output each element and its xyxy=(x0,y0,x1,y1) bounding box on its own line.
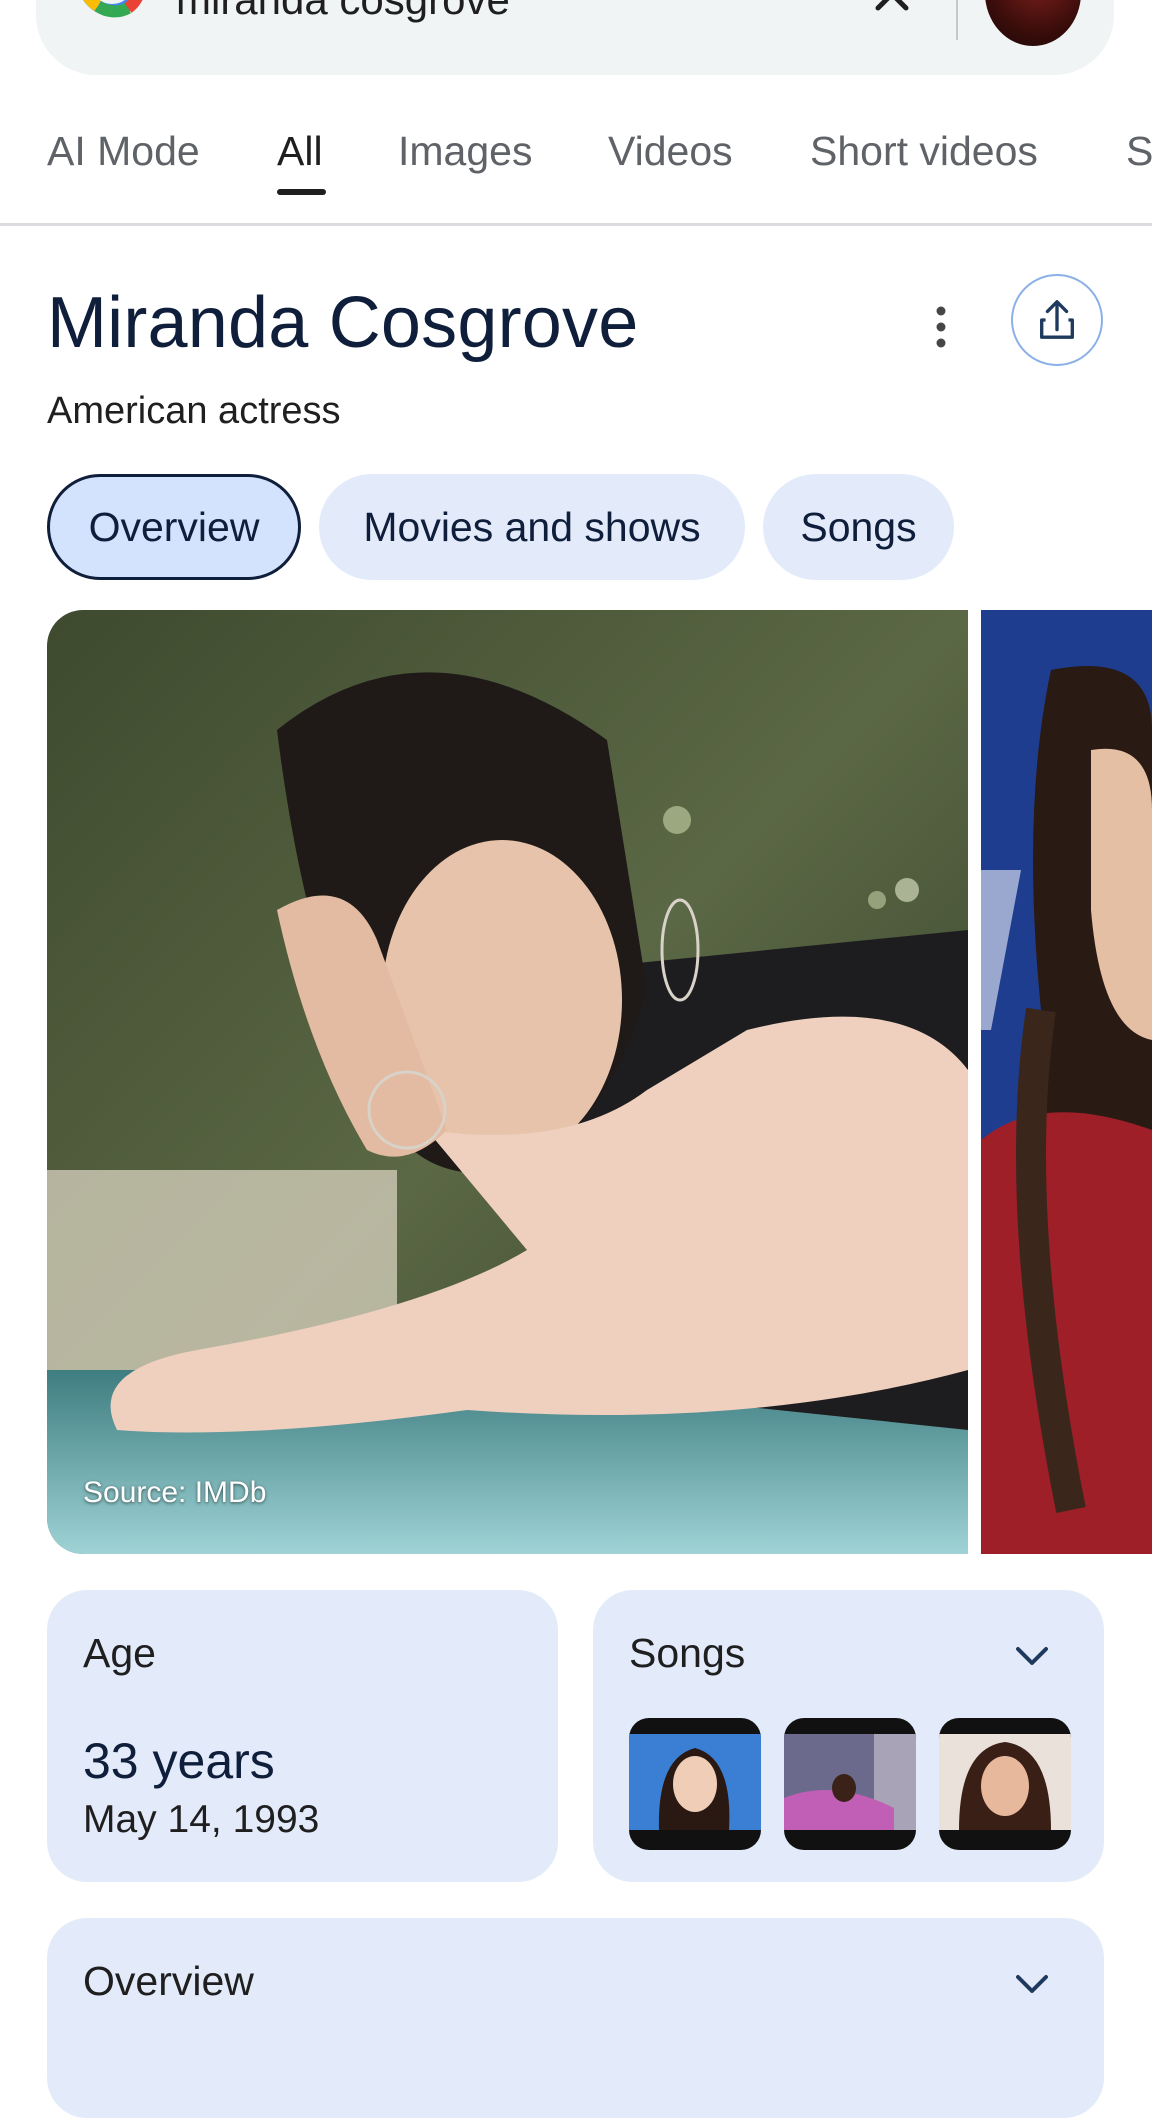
google-logo-icon xyxy=(83,0,143,18)
song-thumbnail[interactable] xyxy=(939,1718,1071,1850)
search-divider xyxy=(956,0,958,40)
songs-card[interactable]: Songs xyxy=(593,1590,1104,1882)
overview-label: Overview xyxy=(83,1958,254,2004)
songs-label: Songs xyxy=(629,1630,746,1676)
tab-short-videos[interactable]: Short videos xyxy=(810,128,1038,175)
image-source-label: Source: IMDb xyxy=(83,1476,267,1509)
search-tabs: AI Mode All Images Videos Short videos S xyxy=(0,122,1153,224)
chevron-down-icon[interactable] xyxy=(1013,1644,1051,1668)
birth-date: May 14, 1993 xyxy=(83,1798,320,1841)
entity-subtitle: American actress xyxy=(47,390,341,432)
tab-images[interactable]: Images xyxy=(398,128,532,175)
share-button[interactable] xyxy=(1011,274,1103,366)
tab-all[interactable]: All xyxy=(277,128,323,175)
entity-title: Miranda Cosgrove xyxy=(47,283,639,363)
tab-more[interactable]: S xyxy=(1126,128,1153,175)
chevron-down-icon[interactable] xyxy=(1013,1972,1051,1996)
secondary-photo[interactable] xyxy=(981,610,1152,1554)
close-icon[interactable] xyxy=(872,0,912,18)
main-photo[interactable] xyxy=(47,610,968,1554)
age-label: Age xyxy=(83,1630,156,1676)
overview-card[interactable]: Overview xyxy=(47,1918,1104,2118)
more-vert-icon[interactable] xyxy=(928,303,954,351)
chip-songs[interactable]: Songs xyxy=(763,474,954,580)
chip-overview[interactable]: Overview xyxy=(47,474,301,580)
active-tab-indicator xyxy=(277,189,326,195)
search-input[interactable]: miranda cosgrove xyxy=(176,0,510,24)
chip-movies-and-shows[interactable]: Movies and shows xyxy=(319,474,745,580)
share-icon xyxy=(1040,300,1074,339)
tab-videos[interactable]: Videos xyxy=(608,128,733,175)
tab-ai-mode[interactable]: AI Mode xyxy=(47,128,200,175)
song-thumbnail[interactable] xyxy=(784,1718,916,1850)
age-card[interactable]: Age 33 years May 14, 1993 xyxy=(47,1590,558,1882)
song-thumbnail[interactable] xyxy=(629,1718,761,1850)
tabs-divider xyxy=(0,223,1152,226)
age-value: 33 years xyxy=(83,1733,275,1789)
